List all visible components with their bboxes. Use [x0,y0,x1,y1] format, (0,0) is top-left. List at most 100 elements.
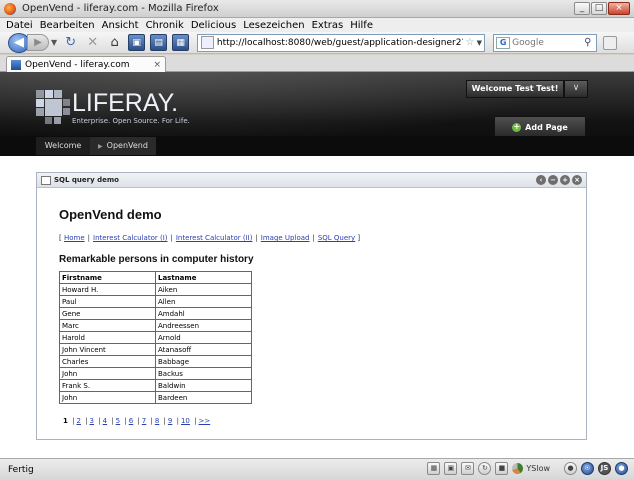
menu-datei[interactable]: Datei [6,20,33,31]
menu-ansicht[interactable]: Ansicht [102,20,139,31]
cell-firstname: John Vincent [59,343,156,356]
portlet-back-icon[interactable]: ‹ [536,175,546,185]
search-engine-icon[interactable]: G [496,36,511,49]
welcome-user-button[interactable]: Welcome Test Test! [466,80,564,98]
table-header-row: Firstname Lastname [59,271,252,284]
cell-lastname: Atanasoff [155,343,252,356]
mail-icon[interactable]: ✉ [461,462,475,475]
table-heading: Remarkable persons in computer history [59,254,254,265]
logo-wordmark: LIFERAY. [72,89,179,117]
yslow-gauge-icon [512,463,524,474]
status-bar: Fertig ▦ ▣ ✉ ↻ ■ YSlow ● ☉ JS ● [0,458,634,480]
persons-table: Firstname Lastname Howard H. Aiken Paul All… [59,271,252,404]
portlet-minimize-icon[interactable]: − [548,175,558,185]
addon-status-icon[interactable]: ● [615,462,628,475]
portlet-body: OpenVend demo [ Home | Interest Calculator… [37,188,586,425]
page-link[interactable]: 8 [155,417,159,425]
menu-hilfe[interactable]: Hilfe [350,20,373,31]
link-interest-calculator-1[interactable]: Interest Calculator (I) [93,234,168,242]
site-navigation: Welcome ▶ OpenVend [0,136,634,156]
add-page-label: Add Page [525,123,568,132]
history-dropdown-icon[interactable]: ▼ [51,38,57,47]
menu-delicious[interactable]: Delicious [191,20,236,31]
page-link[interactable]: 9 [168,417,172,425]
search-icon[interactable]: ⚲ [584,37,591,48]
menu-lesezeichen[interactable]: Lesezeichen [243,20,304,31]
search-bar[interactable]: G ⚲ [493,33,598,52]
menu-bar: Datei Bearbeiten Ansicht Chronik Delicio… [0,18,634,32]
refresh-status-icon[interactable]: ↻ [478,462,492,475]
add-page-button[interactable]: + Add Page [494,116,586,138]
cell-lastname: Babbage [155,355,252,368]
menu-chronik[interactable]: Chronik [146,20,184,31]
image-icon[interactable]: ▣ [444,462,458,475]
link-home[interactable]: Home [64,234,85,242]
close-tab-icon[interactable]: × [153,60,161,70]
portlet-maximize-icon[interactable]: + [560,175,570,185]
tool-icon[interactable]: ● [564,462,577,475]
maximize-button[interactable]: □ [591,2,607,15]
url-input[interactable] [216,37,464,48]
column-header-firstname: Firstname [59,271,156,284]
page-link[interactable]: 2 [76,417,80,425]
stop-icon[interactable]: ✕ [84,34,101,51]
search-input[interactable] [512,37,585,48]
page-link[interactable]: 4 [103,417,107,425]
tab-openvend[interactable]: OpenVend - liferay.com × [6,56,166,72]
table-row: John Bardeen [59,391,252,404]
portlet-title: SQL query demo [54,176,119,184]
delicious-icon[interactable]: ▦ [172,34,190,51]
minimize-button[interactable]: _ [574,2,590,15]
sql-query-portlet: SQL query demo ‹ − + × OpenVend demo [ H… [36,172,587,440]
nav-item-welcome[interactable]: Welcome [36,137,90,155]
link-sql-query[interactable]: SQL Query [318,234,355,242]
column-header-lastname: Lastname [155,271,252,284]
portlet-close-icon[interactable]: × [572,175,582,185]
page-link[interactable]: 7 [142,417,146,425]
forward-button[interactable]: ▶ [27,34,49,51]
table-row: Gene Amdahl [59,307,252,320]
link-image-upload[interactable]: Image Upload [261,234,310,242]
bookmarks-icon[interactable]: ▣ [128,34,146,51]
cell-lastname: Arnold [155,331,252,344]
cell-lastname: Allen [155,295,252,308]
page-link[interactable]: 6 [129,417,133,425]
url-dropdown-icon[interactable]: ▼ [474,39,484,47]
liferay-logo-mark-icon [36,90,70,124]
portlet-controls: ‹ − + × [536,175,582,185]
cell-firstname: Howard H. [59,283,156,296]
code-icon[interactable]: ■ [495,462,509,475]
portlet-icon [41,175,51,185]
liferay-logo[interactable]: LIFERAY. Enterprise. Open Source. For Li… [36,90,190,125]
next-page-link[interactable]: >> [198,417,210,425]
reload-icon[interactable]: ↻ [62,34,79,51]
page-link[interactable]: 10 [181,417,190,425]
yslow-widget[interactable]: YSlow [512,463,550,474]
table-row: Harold Arnold [59,331,252,344]
nav-item-openvend[interactable]: ▶ OpenVend [90,137,156,155]
close-window-button[interactable]: × [608,2,630,15]
home-icon[interactable]: ⌂ [106,34,123,51]
menu-extras[interactable]: Extras [312,20,344,31]
persons-table-body: Howard H. Aiken Paul Allen Gene Amdahl Marc And… [59,283,252,404]
page-link[interactable]: 5 [116,417,120,425]
javascript-icon[interactable]: JS [598,462,611,475]
link-interest-calculator-2[interactable]: Interest Calculator (II) [176,234,253,242]
globe-icon[interactable]: ☉ [581,462,594,475]
history-icon[interactable]: ▤ [150,34,168,51]
table-row: Paul Allen [59,295,252,308]
page-content: LIFERAY. Enterprise. Open Source. For Li… [0,72,634,458]
tab-bar: OpenVend - liferay.com × [0,55,634,72]
page-link[interactable]: 3 [90,417,94,425]
cell-firstname: Harold [59,331,156,344]
table-row: John Vincent Atanasoff [59,343,252,356]
user-menu-dropdown-icon[interactable]: ∨ [564,80,588,98]
bookmark-star-icon[interactable]: ☆ [465,37,474,48]
grid-icon[interactable]: ▦ [427,462,441,475]
menu-bearbeiten[interactable]: Bearbeiten [40,20,95,31]
cell-lastname: Bardeen [155,391,252,404]
navigation-toolbar: ◀ ▶ ▼ ↻ ✕ ⌂ ▣ ▤ ▦ ☆ ▼ G ⚲ [0,32,634,54]
addon-icon[interactable] [603,35,618,50]
url-bar[interactable]: ☆ ▼ [197,33,486,52]
nav-item-label: OpenVend [106,141,148,150]
